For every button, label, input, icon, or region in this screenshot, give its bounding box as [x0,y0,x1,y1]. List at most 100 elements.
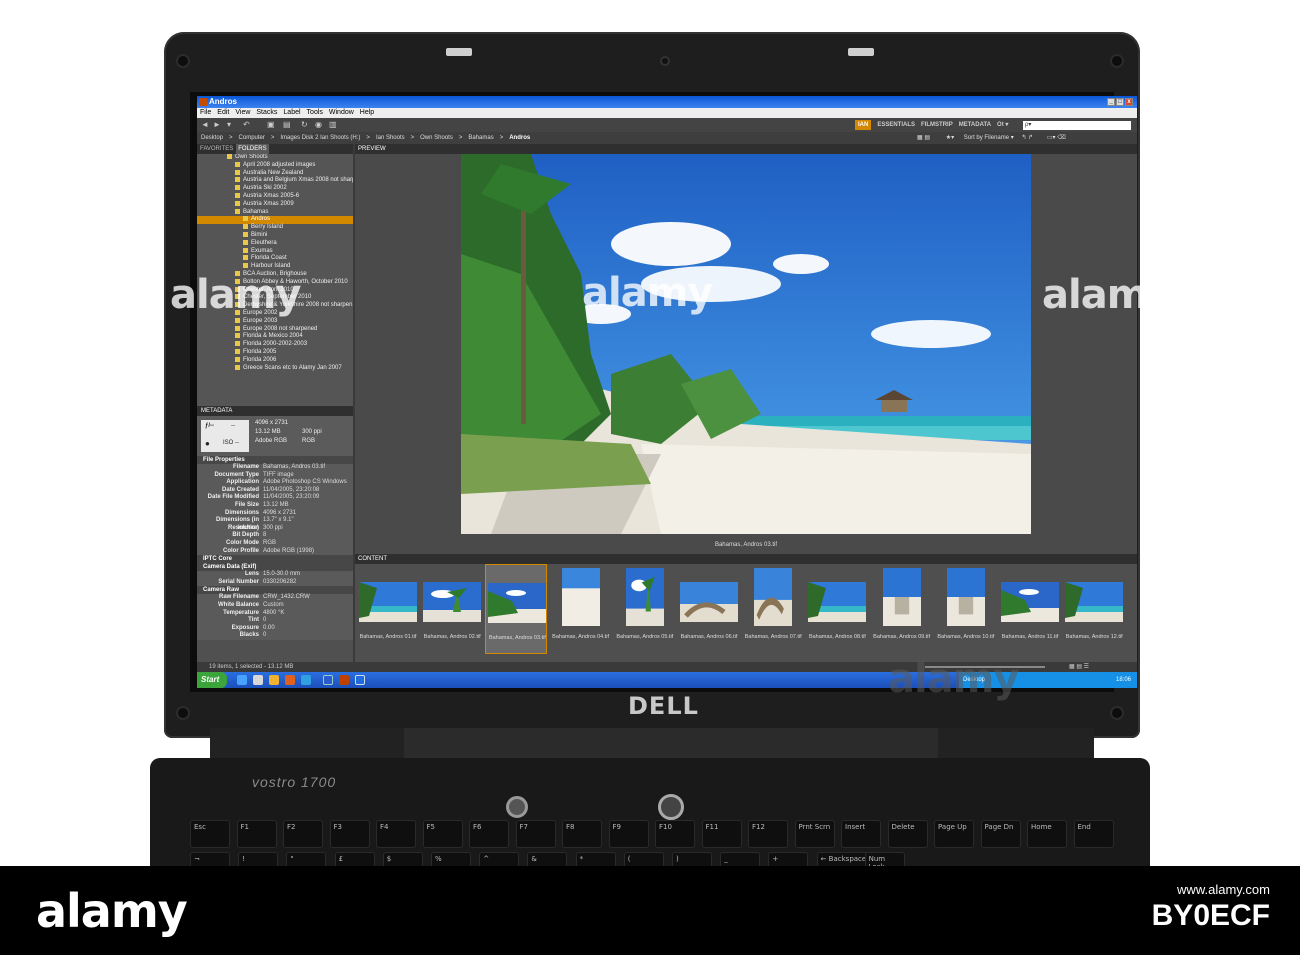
thumbnail[interactable]: Bahamas, Andros 05.tif [614,564,676,654]
menu-item-tools[interactable]: Tools [307,108,323,118]
minimize-button[interactable]: _ [1107,98,1115,106]
breadcrumb-item[interactable]: Bahamas [468,132,493,144]
star-filter-icon[interactable]: ★▾ [946,135,954,141]
ie-icon[interactable] [237,675,247,685]
folder-item[interactable]: Austria and Belgium Xmas 2008 not sharp [197,177,353,185]
breadcrumb-item[interactable]: Computer [239,132,265,144]
back-arrow-icon[interactable]: ◄ [201,121,209,129]
camera-download-icon[interactable]: ▣ [267,121,275,129]
keyboard-key[interactable]: End [1073,820,1114,848]
keyboard-key[interactable]: Page Dn [980,820,1021,848]
folder-item[interactable]: Europe 2003 [197,317,353,326]
keyboard-key[interactable]: F12 [748,820,788,848]
folder-item[interactable]: Florida 2000-2002-2003 [197,341,353,349]
forward-arrow-icon[interactable]: ► [213,121,221,129]
keyboard-key[interactable]: F7 [515,820,556,848]
tab-folders[interactable]: FOLDERS [236,144,269,154]
boomerang-icon[interactable]: ↶ [243,121,251,129]
folder-item[interactable]: Andros [197,216,353,225]
workspace-metadata[interactable]: METADATA [959,120,991,130]
start-button[interactable]: Start [197,672,227,688]
taskbar-button-icon[interactable] [323,675,333,685]
close-button[interactable]: x [1125,98,1133,106]
section-iptc-core[interactable]: IPTC Core [197,555,353,564]
thumbnail[interactable]: Bahamas, Andros 07.tif [742,564,804,654]
breadcrumb-item[interactable]: Own Shoots [420,132,453,144]
folder-item[interactable]: Bahamas [197,208,353,217]
thumbnail[interactable]: Bahamas, Andros 10.tif [935,564,997,654]
keyboard-key[interactable]: F10 [655,820,695,848]
thumbnail[interactable]: Bahamas, Andros 01.tif [357,564,419,654]
breadcrumb-item[interactable]: Andros [509,132,530,144]
keyboard-key[interactable]: F5 [422,820,463,848]
firefox-icon[interactable] [285,675,295,685]
breadcrumb-item[interactable]: Desktop [201,132,223,144]
photoshop-taskbar-icon[interactable] [355,675,365,685]
keyboard-key[interactable]: Prnt Scrn [794,820,835,848]
thumbnail[interactable]: Bahamas, Andros 09.tif [871,564,933,654]
refine-icon[interactable]: ▤ [283,121,291,129]
menu-item-help[interactable]: Help [360,108,374,118]
rotate-icon[interactable]: ↻ [301,121,309,129]
folder-item[interactable]: April 2008 adjusted images [197,161,353,170]
thumbnail[interactable]: Bahamas, Andros 04.tif [550,564,612,654]
section-camera-data[interactable]: Camera Data (Exif) [197,563,353,572]
folder-item[interactable]: Florida & Mexico 2004 [197,333,353,341]
section-file-properties[interactable]: File Properties [197,456,353,464]
folder-item[interactable]: Florida 2005 [197,348,353,357]
folder-item[interactable]: Bimini [197,231,353,240]
keyboard-key[interactable]: Home [1027,820,1067,848]
workspace-more[interactable]: Ot ▾ [997,120,1008,130]
folder-menu-icon[interactable]: ▭▾ ⌫ [1047,135,1066,141]
keyboard-key[interactable]: F9 [608,820,649,848]
folder-item[interactable]: Austria Xmas 2005-6 [197,192,353,201]
tab-metadata[interactable]: METADATA [197,406,353,416]
desktop-icon[interactable] [253,675,263,685]
menu-item-edit[interactable]: Edit [217,108,229,118]
thumbnail[interactable]: Bahamas, Andros 11.tif [999,564,1061,654]
tab-content[interactable]: CONTENT [355,554,1137,564]
keyboard-key[interactable]: F1 [236,820,277,848]
menu-item-label[interactable]: Label [283,108,300,118]
keyboard-key[interactable]: Esc [190,820,230,848]
breadcrumb-item[interactable]: Ian Shoots [376,132,405,144]
folder-item[interactable]: Austria Xmas 2009 [197,200,353,209]
folder-item[interactable]: Harbour Island [197,263,353,271]
workspace-filmstrip[interactable]: FILMSTRIP [921,120,953,130]
view-grid-icon[interactable]: ▦ ▤ [917,135,930,141]
search-input[interactable]: ρ▾ [1023,121,1131,130]
new-folder-icon[interactable]: ↰ ↱ [1021,135,1033,141]
folder-item[interactable]: Own Shoots [197,154,353,162]
keyboard-key[interactable]: Page Up [934,820,974,848]
keyboard-key[interactable]: F8 [562,820,602,848]
thumbnail[interactable]: Bahamas, Andros 03.tif [485,564,548,654]
menu-item-file[interactable]: File [200,108,211,118]
app-icon[interactable] [301,675,311,685]
thumbnail[interactable]: Bahamas, Andros 12.tif [1063,564,1125,654]
view-mode-icon[interactable]: ▦ ▤ ☰ [1069,662,1089,672]
section-camera-raw[interactable]: Camera Raw [197,586,353,595]
folder-item[interactable]: Austria Ski 2002 [197,185,353,193]
output-icon[interactable]: ▥ [329,121,337,129]
keyboard-key[interactable]: Delete [887,820,928,848]
keyboard-key[interactable]: F6 [469,820,509,848]
keyboard-key[interactable]: Insert [841,820,881,848]
tab-preview[interactable]: PREVIEW [355,144,1137,154]
breadcrumb-item[interactable]: Images Disk 2 Ian Shoots (H:) [280,132,360,144]
folder-item[interactable]: Australia New Zealand [197,169,353,178]
workspace-essentials[interactable]: ESSENTIALS [877,120,915,130]
folder-item[interactable]: Florida 2006 [197,356,353,365]
keyboard-key[interactable]: F11 [701,820,742,848]
keyboard-key[interactable]: F4 [376,820,416,848]
menu-item-stacks[interactable]: Stacks [256,108,277,118]
thumbnail[interactable]: Bahamas, Andros 06.tif [678,564,740,654]
folder-item[interactable]: Florida Coast [197,255,353,263]
folder-item[interactable]: Europe 2008 not sharpened [197,325,353,334]
recent-folder-icon[interactable]: ▾ [227,121,235,129]
open-camera-raw-icon[interactable]: ◉ [315,121,323,129]
keyboard-key[interactable]: F3 [329,820,370,848]
folder-icon[interactable] [269,675,279,685]
maximize-button[interactable]: □ [1116,98,1124,106]
menu-item-window[interactable]: Window [329,108,354,118]
power-button[interactable] [658,794,684,820]
